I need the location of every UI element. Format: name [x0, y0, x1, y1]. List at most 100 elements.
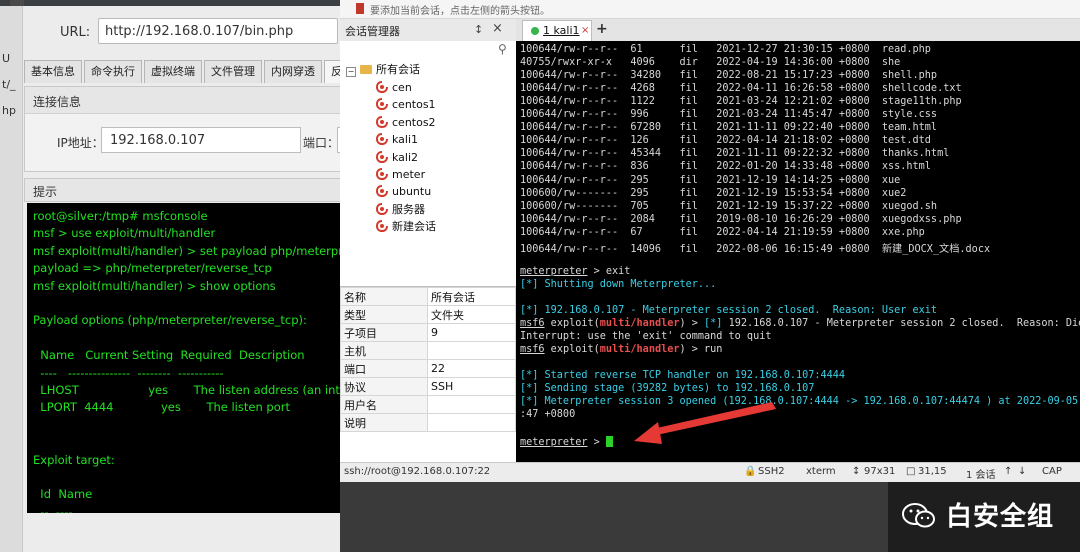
- property-value: 9: [427, 323, 516, 342]
- webshell-tabbar: 基本信息 命令执行 虚拟终端 文件管理 内网穿透 反弹: [24, 60, 352, 84]
- session-item[interactable]: cen: [376, 79, 412, 96]
- terminal-line: Name Current Setting Required Descriptio…: [33, 348, 305, 363]
- terminal-line: 40755/rwxr-xr-x 4096 dir 2022-04-19 14:3…: [520, 57, 900, 68]
- status-terminal-type: xterm: [806, 466, 836, 477]
- tab-close-icon[interactable]: ×: [581, 21, 589, 41]
- terminal-line: 100644/rw-r--r-- 34280 fil 2022-08-21 15…: [520, 70, 937, 81]
- terminal-line: 100644/rw-r--r-- 2084 fil 2019-08-10 16:…: [520, 214, 962, 225]
- terminal-text: ) > run: [679, 344, 723, 356]
- terminal-line: payload => php/meterpreter/reverse_tcp: [33, 261, 272, 276]
- file-listing-row: 100644/rw-r--r-- 996 fil 2021-03-24 11:4…: [520, 109, 938, 121]
- session-search-input[interactable]: ⚲: [340, 41, 516, 60]
- tab-file-manager[interactable]: 文件管理: [204, 60, 262, 83]
- property-key: 主机: [340, 341, 428, 360]
- session-item[interactable]: kali1: [376, 131, 418, 148]
- prompt: meterpreter: [520, 436, 588, 448]
- terminal-line: 100644/rw-r--r-- 45344 fil 2021-11-11 09…: [520, 148, 949, 159]
- terminal-text: [*] Sending stage (39282 bytes) to 192.1…: [520, 383, 815, 395]
- terminal-text: 192.168.0.107 - Meterpreter session 2 cl…: [722, 318, 1080, 330]
- collapse-icon[interactable]: −: [346, 67, 356, 77]
- session-icon: [376, 133, 392, 146]
- file-listing-row: 40755/rwxr-xr-x 4096 dir 2022-04-19 14:3…: [520, 57, 901, 69]
- wechat-logo: [902, 503, 935, 528]
- strip-text-3: hp: [2, 104, 16, 117]
- terminal-line: msf6 exploit(multi/handler) > run: [520, 344, 722, 355]
- connection-info-header: 连接信息: [25, 87, 352, 114]
- session-item[interactable]: 服务器: [376, 201, 425, 218]
- terminal-line: 100644/rw-r--r-- 996 fil 2021-03-24 11:4…: [520, 109, 937, 120]
- file-listing-row: 100644/rw-r--r-- 34280 fil 2022-08-21 15…: [520, 70, 938, 82]
- property-key: 名称: [340, 287, 428, 306]
- tab-virtual-terminal[interactable]: 虚拟终端: [144, 60, 202, 83]
- file-listing-row: 100644/rw-r--r-- 67280 fil 2021-11-11 09…: [520, 122, 938, 134]
- session-item[interactable]: meter: [376, 166, 425, 183]
- terminal-line: meterpreter >: [520, 435, 613, 448]
- search-icon[interactable]: ⚲: [498, 42, 507, 56]
- terminal-line: Id Name: [33, 487, 93, 502]
- hint-title: 提示: [33, 185, 58, 199]
- session-item-label: kali1: [392, 133, 419, 147]
- url-input[interactable]: http://192.168.0.107/bin.php: [98, 18, 338, 44]
- webshell-terminal[interactable]: root@silver:/tmp# msfconsole msf > use ex…: [27, 203, 352, 513]
- terminal-line: Payload options (php/meterpreter/reverse…: [33, 313, 307, 328]
- session-item-label: kali2: [392, 150, 419, 164]
- session-item[interactable]: centos2: [376, 114, 436, 131]
- ip-input[interactable]: 192.168.0.107: [101, 127, 301, 153]
- terminal-text: multi/handler: [599, 318, 680, 330]
- terminal-line: 100644/rw-r--r-- 14096 fil 2022-08-06 16…: [520, 240, 990, 255]
- status-arrow-up-icon[interactable]: ↑: [1004, 466, 1012, 477]
- pin-icon[interactable]: ↕: [474, 23, 483, 36]
- ssh-terminal[interactable]: 100644/rw-r--r-- 61 fil 2021-12-27 21:30…: [516, 41, 1080, 462]
- terminal-line: 100644/rw-r--r-- 67280 fil 2021-11-11 09…: [520, 122, 937, 133]
- session-icon: [376, 98, 392, 111]
- background-window-strip-bottom: [0, 513, 22, 552]
- watermark-text: 白安全组: [946, 502, 1055, 532]
- strip-text-1: U: [2, 52, 11, 65]
- status-arrow-down-icon[interactable]: ↓: [1018, 466, 1026, 477]
- tree-root[interactable]: − 所有会话: [340, 61, 516, 78]
- session-item-label: ubuntu: [392, 185, 432, 199]
- terminal-line: [*] Started reverse TCP handler on 192.1…: [520, 370, 845, 381]
- session-item-label: meter: [392, 168, 426, 181]
- property-key: 子项目: [340, 323, 428, 342]
- background-window-strip: U t/_ hp: [0, 6, 23, 552]
- property-key: 端口: [340, 359, 428, 378]
- terminal-text: multi/handler: [599, 344, 680, 356]
- close-icon[interactable]: ×: [492, 21, 503, 36]
- notice-text: 要添加当前会话，点击左侧的箭头按钮。: [370, 6, 550, 17]
- session-item[interactable]: centos1: [376, 96, 436, 113]
- status-cursor-pos: 31,15: [918, 466, 947, 477]
- terminal-cursor: [605, 435, 613, 447]
- property-key: 用户名: [340, 395, 428, 414]
- terminal-tabbar: 1 kali1 × +: [516, 19, 1080, 42]
- xshell-window: 要添加当前会话，点击左侧的箭头按钮。 会话管理器 ↕ × ⚲ − 所有会话 ce…: [340, 0, 1080, 552]
- session-icon: [376, 220, 392, 233]
- terminal-line: 100644/rw-r--r-- 126 fil 2022-04-14 21:1…: [520, 135, 931, 146]
- tab-intranet-tunnel[interactable]: 内网穿透: [264, 60, 322, 83]
- session-item-label: centos1: [392, 98, 436, 112]
- tree-root-label: 所有会话: [376, 63, 420, 76]
- properties-panel: 名称 所有会话 类型 文件夹 子项目 9 主机 端口 22 协议 SSH 用户名 说明: [340, 286, 516, 463]
- terminal-text: > exit: [587, 265, 631, 277]
- session-item[interactable]: kali2: [376, 149, 418, 166]
- session-item[interactable]: ubuntu: [376, 183, 431, 200]
- connection-info-title: 连接信息: [33, 95, 82, 109]
- prompt: msf6: [520, 318, 545, 330]
- property-value: [427, 395, 516, 414]
- terminal-line: msf exploit(multi/handler) > show option…: [33, 278, 276, 293]
- property-key: 类型: [340, 305, 428, 324]
- status-caps: CAP: [1042, 466, 1062, 477]
- tab-command-exec[interactable]: 命令执行: [84, 60, 142, 83]
- status-bar: ssh://root@192.168.0.107:22 🔒 SSH2 xterm…: [340, 462, 1080, 483]
- property-row: 主机: [340, 341, 516, 360]
- ip-label: IP地址：: [57, 136, 104, 150]
- session-item[interactable]: 新建会话: [376, 218, 436, 235]
- new-tab-button[interactable]: +: [596, 21, 608, 37]
- tab-kali1[interactable]: 1 kali1 ×: [522, 20, 592, 41]
- file-listing-row: 100644/rw-r--r-- 836 fil 2022-01-20 14:3…: [520, 161, 931, 173]
- property-key: 协议: [340, 377, 428, 396]
- tab-basic-info[interactable]: 基本信息: [24, 60, 82, 83]
- session-item-label: cen: [392, 81, 412, 94]
- status-sessions: 1 会话: [966, 470, 996, 481]
- session-item-label: 服务器: [392, 202, 425, 216]
